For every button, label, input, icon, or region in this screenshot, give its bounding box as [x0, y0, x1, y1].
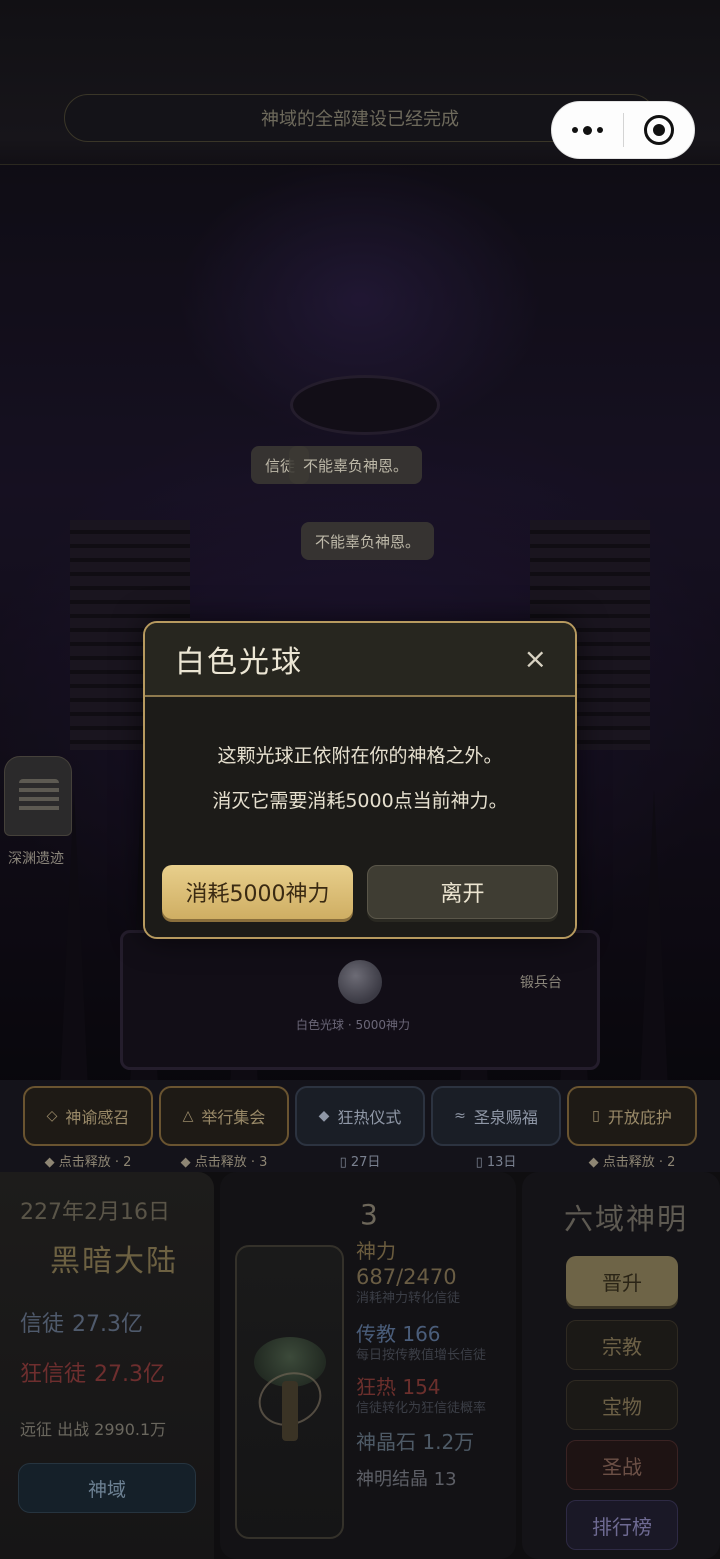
triangle-icon: △ — [182, 1108, 194, 1124]
diamond-icon: ◆ — [318, 1108, 330, 1124]
close-icon[interactable]: × — [524, 645, 547, 673]
spire — [640, 790, 668, 1090]
orb-dialog: 白色光球 × 这颗光球正依附在你的神格之外。 消灭它需要消耗5000点当前神力。… — [143, 621, 577, 939]
believers-label: 信徒 — [20, 1312, 65, 1337]
deity-stats: 神力 687/2470 消耗神力转化信徒 传教 166 每日按传教值增长信徒 狂… — [356, 1238, 511, 1491]
dialog-title: 白色光球 — [175, 645, 303, 680]
holy-war-button[interactable]: 圣战 — [566, 1440, 678, 1490]
zealots-stat: 狂信徒 27.3亿 — [20, 1356, 165, 1388]
action-holy-spring[interactable]: ≈ 圣泉赐福 — [431, 1086, 561, 1146]
action-open-shelter[interactable]: ▯ 开放庇护 — [567, 1086, 697, 1146]
ascend-button[interactable]: 晋升 — [566, 1256, 678, 1306]
zealots-value: 27.3亿 — [94, 1362, 166, 1387]
power-label: 神力 — [356, 1239, 396, 1263]
speech-bubble: 不能辜负神恩。 — [289, 446, 423, 484]
leave-button[interactable]: 离开 — [367, 865, 558, 919]
deity-portrait[interactable] — [235, 1245, 344, 1539]
action-bar: ◇ 神谕感召 ◆ 点击释放 · 2 △ 举行集会 ◆ 点击释放 · 3 ◆ 狂热仪式 … — [0, 1080, 720, 1175]
frenzy-desc: 信徒转化为狂信徒概率 — [356, 1401, 487, 1416]
action-label: 狂热仪式 — [337, 1108, 402, 1127]
deity-level: 3 — [360, 1198, 378, 1231]
dot-icon — [582, 125, 592, 135]
bottom-panel: 227年2月16日 黑暗大陆 信徒 27.3亿 狂信徒 27.3亿 远征 出战 29… — [0, 1172, 720, 1559]
divine-domain-button[interactable]: 神域 — [18, 1463, 196, 1513]
game-date: 227年2月16日 — [20, 1200, 170, 1225]
white-orb[interactable] — [338, 960, 382, 1004]
expedition-stat: 远征 出战 2990.1万 — [20, 1420, 167, 1439]
religion-button[interactable]: 宗教 — [566, 1320, 678, 1370]
consume-power-button[interactable]: 消耗5000神力 — [162, 865, 353, 919]
action-status: ◆ 点击释放 · 2 — [588, 1155, 676, 1170]
ruin-label: 深渊遗迹 — [8, 851, 64, 867]
action-status: ▯ 27日 — [339, 1155, 381, 1170]
action-status: ◆ 点击释放 · 2 — [44, 1155, 132, 1170]
wave-icon: ≈ — [454, 1108, 466, 1124]
speech-bubble: 不能辜负神恩。 — [301, 522, 435, 560]
more-button[interactable] — [552, 101, 623, 159]
target-icon — [643, 115, 674, 145]
preach-stat: 传教 166 — [356, 1322, 441, 1346]
orb-label: 白色光球 · 5000神力 — [296, 1018, 410, 1032]
action-label: 举行集会 — [201, 1108, 266, 1127]
action-status: ▯ 13日 — [475, 1155, 517, 1170]
ranking-button[interactable]: 排行榜 — [566, 1500, 678, 1550]
ruin-icon — [4, 756, 72, 836]
dot-icon — [596, 127, 603, 133]
frenzy-stat: 狂热 154 — [356, 1375, 441, 1399]
treasure-button[interactable]: 宝物 — [566, 1380, 678, 1430]
close-miniprogram-button[interactable] — [624, 101, 695, 159]
dialog-text: 这颗光球正依附在你的神格之外。 — [217, 745, 503, 767]
deity-stats-card: 3 神力 687/2470 消耗神力转化信徒 传教 166 每日按传教值增长信徒… — [220, 1172, 516, 1559]
diamond-outline-icon: ◇ — [46, 1108, 58, 1124]
dialog-footer: 消耗5000神力 离开 — [145, 857, 575, 937]
abyss-ruin-building[interactable]: 深渊遗迹 — [0, 756, 78, 867]
believers-stat: 信徒 27.3亿 — [20, 1306, 143, 1338]
altar-platform — [290, 375, 440, 435]
action-frenzy-ritual[interactable]: ◆ 狂热仪式 — [295, 1086, 425, 1146]
action-status: ◆ 点击释放 · 3 — [180, 1155, 268, 1170]
power-value: 687/2470 — [356, 1265, 457, 1289]
believers-value: 27.3亿 — [72, 1312, 144, 1337]
dot-icon — [571, 127, 578, 133]
action-label: 神谕感召 — [65, 1108, 130, 1127]
zealots-label: 狂信徒 — [20, 1362, 87, 1387]
crystal-stat: 神晶石 1.2万 — [356, 1430, 475, 1454]
world-tree-icon — [248, 1337, 332, 1447]
world-info-card: 227年2月16日 黑暗大陆 信徒 27.3亿 狂信徒 27.3亿 远征 出战 29… — [0, 1172, 214, 1559]
essence-stat: 神明结晶 13 — [356, 1469, 457, 1490]
action-label: 开放庇护 — [607, 1108, 672, 1127]
action-hold-gathering[interactable]: △ 举行集会 — [159, 1086, 289, 1146]
deity-title: 六域神明 — [564, 1202, 689, 1236]
action-oracle-summon[interactable]: ◇ 神谕感召 — [23, 1086, 153, 1146]
dialog-text: 消灭它需要消耗5000点当前神力。 — [212, 790, 508, 812]
power-desc: 消耗神力转化信徒 — [356, 1291, 461, 1306]
dialog-header: 白色光球 × — [145, 623, 575, 697]
shelter-icon: ▯ — [592, 1108, 600, 1124]
dialog-body: 这颗光球正依附在你的神格之外。 消灭它需要消耗5000点当前神力。 — [145, 697, 575, 857]
action-label: 圣泉赐福 — [473, 1108, 538, 1127]
preach-desc: 每日按传教值增长信徒 — [356, 1348, 487, 1363]
deity-menu-card: 六域神明 晋升 宗教 宝物 圣战 排行榜 — [522, 1172, 720, 1559]
continent-name: 黑暗大陆 — [50, 1244, 178, 1279]
forge-label[interactable]: 锻兵台 — [520, 972, 562, 992]
miniprogram-capsule — [551, 101, 695, 159]
